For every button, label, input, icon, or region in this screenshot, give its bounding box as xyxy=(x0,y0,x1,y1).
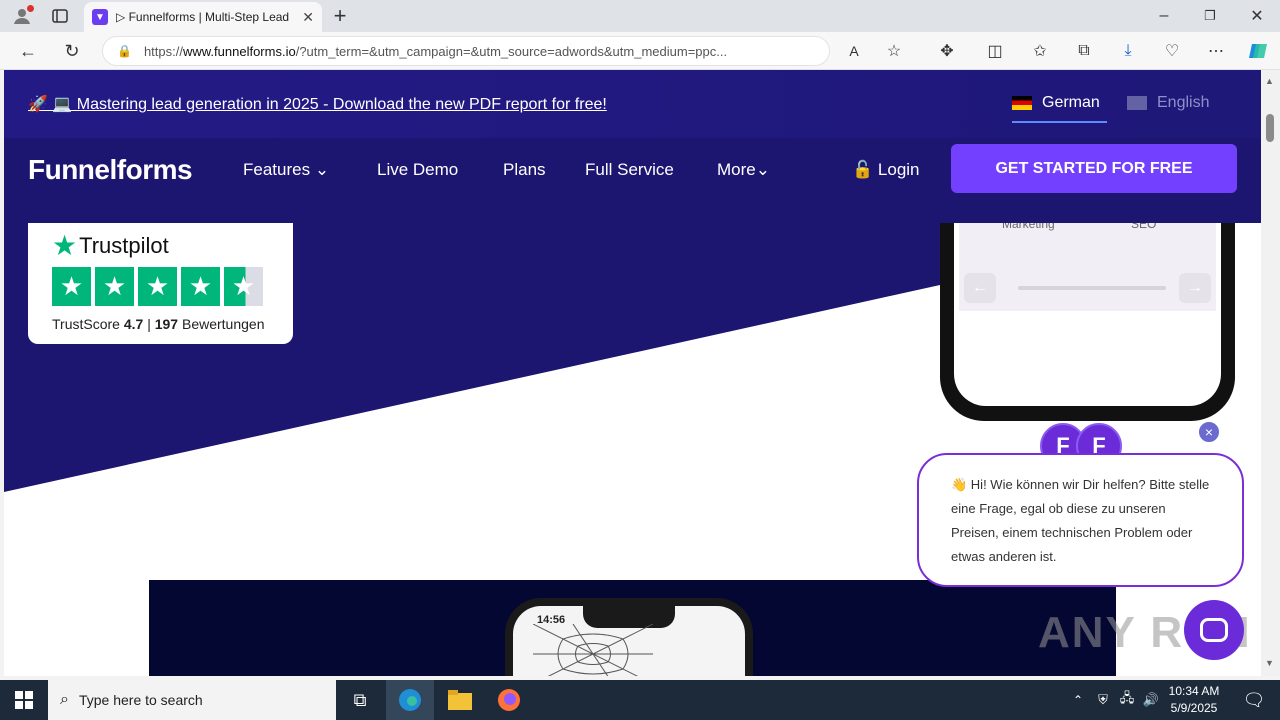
phone-mockup-bottom: 14:56 xyxy=(505,598,753,676)
performance-icon[interactable]: ♡ xyxy=(1158,37,1186,65)
back-icon[interactable]: ← xyxy=(14,37,42,65)
half-star-icon: ★ xyxy=(224,267,263,306)
star-icon: ★ xyxy=(138,267,177,306)
restore-icon[interactable]: ❐ xyxy=(1196,2,1224,30)
url-text: https://www.funnelforms.io/?utm_term=&ut… xyxy=(143,43,728,59)
nav-login[interactable]: 🔓 Login xyxy=(852,160,920,180)
star-icon: ★ xyxy=(52,267,91,306)
more-menu-icon[interactable]: ⋯ xyxy=(1202,37,1230,65)
spiderweb-icon xyxy=(533,624,653,676)
video-section: 14:56 xyxy=(149,580,1116,676)
main-nav: Funnelforms Features ⌄ Live Demo Plans F… xyxy=(4,138,1261,223)
nav-features[interactable]: Features ⌄ xyxy=(243,160,329,180)
scroll-down-icon[interactable]: ▼ xyxy=(1265,658,1274,668)
new-tab-icon[interactable]: + xyxy=(326,2,354,30)
minimize-icon[interactable]: – xyxy=(1150,2,1178,30)
collections-icon[interactable]: ⧉ xyxy=(1070,37,1098,65)
read-aloud-icon[interactable]: A xyxy=(840,37,868,65)
network-icon[interactable]: 🖧 xyxy=(1116,680,1138,720)
clock-time: 10:34 AM xyxy=(1168,684,1220,698)
tab-funnelforms[interactable]: ▼ ▷ Funnelforms | Multi-Step Lead ✕ xyxy=(84,2,322,32)
page-scrollbar[interactable]: ▲ ▼ xyxy=(1261,70,1280,676)
search-icon: ⌕ xyxy=(60,691,69,708)
phone-mockup-top: Marketing SEO ← → xyxy=(940,223,1235,421)
star-icon: ★ xyxy=(95,267,134,306)
uk-flag-icon xyxy=(1127,96,1147,110)
lang-german-label: German xyxy=(1042,94,1100,111)
trustpilot-logo: ★ Trustpilot xyxy=(52,230,169,261)
funnelforms-favicon: ▼ xyxy=(92,9,108,25)
scroll-up-icon[interactable]: ▲ xyxy=(1265,76,1274,86)
address-bar[interactable]: 🔒 https://www.funnelforms.io/?utm_term=&… xyxy=(102,36,830,66)
chat-close-button[interactable]: × xyxy=(1197,420,1221,444)
windows-taskbar: ⌕ Type here to search ⧉ ⌃ ⛨ 🖧 🔊 10:34 AM… xyxy=(0,680,1280,720)
close-window-icon[interactable]: ✕ xyxy=(1243,2,1271,30)
trustpilot-widget[interactable]: ★ Trustpilot ★ ★ ★ ★ ★ TrustScore 4.7 | … xyxy=(28,223,293,344)
lang-german[interactable]: German xyxy=(1012,94,1100,112)
lock-icon: 🔓 xyxy=(852,160,874,179)
chat-message[interactable]: 👋 Hi! Wie können wir Dir helfen? Bitte s… xyxy=(917,453,1244,587)
phone-form-content: Marketing SEO ← → xyxy=(959,223,1216,311)
lang-english[interactable]: English xyxy=(1127,94,1209,112)
extensions-icon[interactable]: ✥ xyxy=(933,37,961,65)
tab-actions-icon[interactable] xyxy=(46,2,74,30)
get-started-button[interactable]: GET STARTED FOR FREE xyxy=(951,144,1237,193)
lang-english-label: English xyxy=(1157,94,1210,111)
trustpilot-stars: ★ ★ ★ ★ ★ xyxy=(52,267,263,306)
lang-active-underline xyxy=(1012,121,1107,123)
nav-plans[interactable]: Plans xyxy=(503,160,546,180)
file-explorer-icon[interactable] xyxy=(436,680,484,720)
nav-full-service[interactable]: Full Service xyxy=(585,160,674,180)
edge-taskbar-icon[interactable] xyxy=(386,680,434,720)
nav-more[interactable]: More⌄ xyxy=(717,160,770,180)
chevron-down-icon: ⌄ xyxy=(755,160,770,179)
favorites-icon[interactable]: ✩ xyxy=(1026,37,1054,65)
chat-open-button[interactable] xyxy=(1184,600,1244,660)
tray-chevron-icon[interactable]: ⌃ xyxy=(1066,680,1090,720)
web-page: 🚀 💻 Mastering lead generation in 2025 - … xyxy=(4,70,1261,676)
browser-tab-bar: ▼ ▷ Funnelforms | Multi-Step Lead ✕ + – … xyxy=(0,0,1280,32)
notification-dot xyxy=(27,5,34,12)
taskbar-clock[interactable]: 10:34 AM 5/9/2025 xyxy=(1160,683,1228,717)
task-view-icon[interactable]: ⧉ xyxy=(336,680,384,720)
chevron-down-icon: ⌄ xyxy=(314,160,330,179)
tab-close-icon[interactable]: ✕ xyxy=(302,9,314,26)
option-label: SEO xyxy=(1131,223,1157,231)
scrollbar-thumb[interactable] xyxy=(1266,114,1274,142)
volume-icon[interactable]: 🔊 xyxy=(1140,680,1162,720)
windows-start-icon[interactable] xyxy=(0,680,48,720)
clock-date: 5/9/2025 xyxy=(1170,701,1218,715)
option-label: Marketing xyxy=(1002,223,1055,231)
downloads-icon[interactable]: ⤓ xyxy=(1114,37,1142,65)
tab-title: ▷ Funnelforms | Multi-Step Lead xyxy=(116,10,290,24)
notifications-icon[interactable]: 🗨 xyxy=(1230,680,1278,720)
search-placeholder: Type here to search xyxy=(78,692,203,708)
german-flag-icon xyxy=(1012,96,1032,110)
lock-icon: 🔒 xyxy=(117,44,132,58)
funnelforms-logo[interactable]: Funnelforms xyxy=(28,154,193,186)
phone-screen: Marketing SEO ← → xyxy=(954,223,1221,406)
security-tray-icon[interactable]: ⛨ xyxy=(1092,680,1114,720)
copilot-icon[interactable] xyxy=(1244,37,1272,65)
nav-live-demo[interactable]: Live Demo xyxy=(377,160,458,180)
phone-screen: 14:56 xyxy=(513,606,745,676)
refresh-icon[interactable]: ↻ xyxy=(58,37,86,65)
arrow-right-icon: → xyxy=(1179,273,1211,303)
trustscore-text: TrustScore 4.7 | 197 Bewertungen xyxy=(52,316,265,332)
announcement-link[interactable]: 🚀 💻 Mastering lead generation in 2025 - … xyxy=(28,94,607,114)
trustpilot-star-icon: ★ xyxy=(52,230,78,261)
star-icon: ★ xyxy=(181,267,220,306)
arrow-left-icon: ← xyxy=(964,273,996,303)
split-screen-icon[interactable]: ◫ xyxy=(981,37,1009,65)
progress-track xyxy=(1018,286,1166,290)
taskbar-search[interactable]: ⌕ Type here to search xyxy=(48,680,336,720)
announcement-bar: 🚀 💻 Mastering lead generation in 2025 - … xyxy=(4,70,1261,138)
favorite-star-icon[interactable]: ☆ xyxy=(880,37,908,65)
chat-icon xyxy=(1200,618,1228,642)
firefox-icon[interactable] xyxy=(485,680,533,720)
